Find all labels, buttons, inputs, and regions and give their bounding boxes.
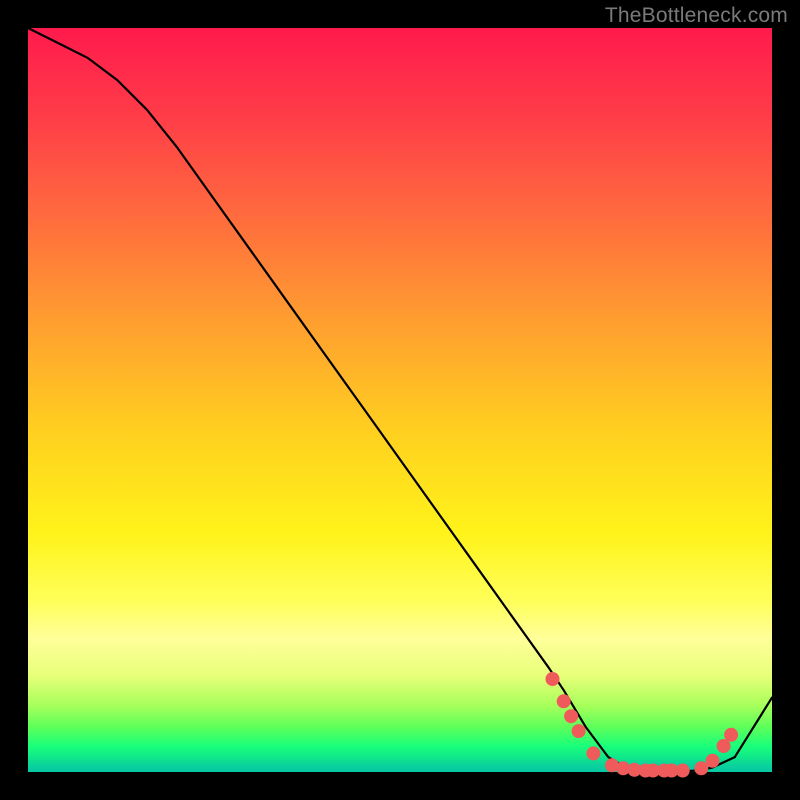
gradient-plot-area: [28, 28, 772, 772]
curve-markers: [546, 672, 739, 778]
bottleneck-curve: [28, 28, 772, 771]
marker-dot: [546, 672, 560, 686]
watermark-text: TheBottleneck.com: [605, 4, 788, 28]
curve-svg: [28, 28, 772, 772]
marker-dot: [557, 694, 571, 708]
marker-dot: [564, 709, 578, 723]
marker-dot: [572, 724, 586, 738]
chart-frame: TheBottleneck.com: [0, 0, 800, 800]
marker-dot: [724, 728, 738, 742]
marker-dot: [676, 764, 690, 778]
marker-dot: [706, 754, 720, 768]
marker-dot: [586, 746, 600, 760]
